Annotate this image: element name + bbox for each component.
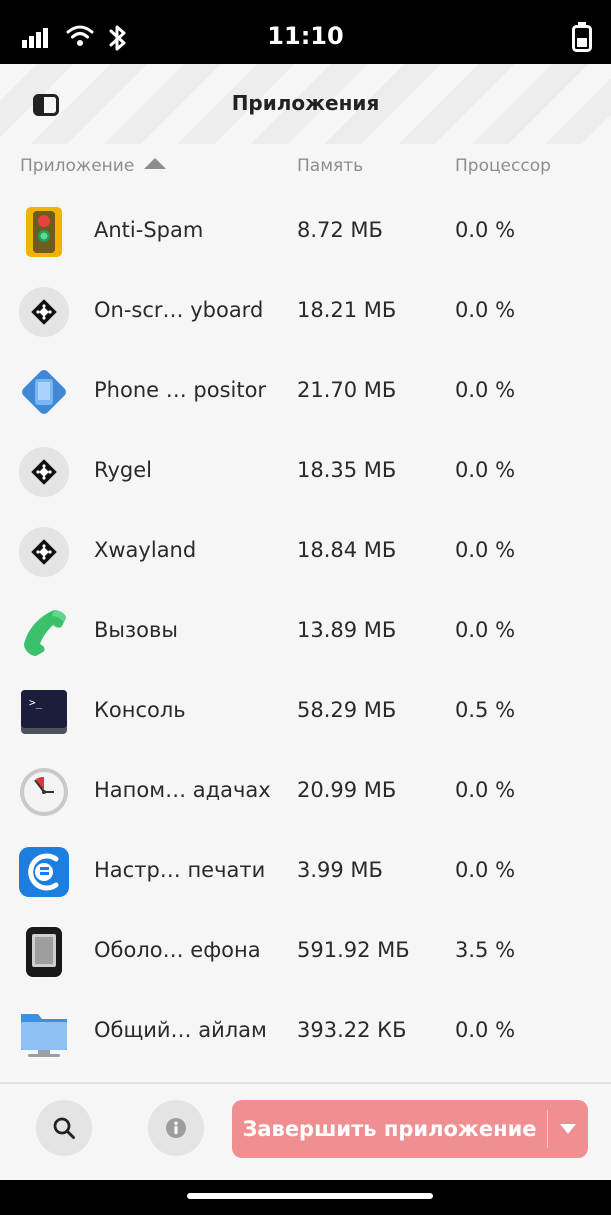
- app-memory: 591.92 МБ: [297, 938, 410, 962]
- app-cpu: 0.0 %: [455, 538, 516, 562]
- printer-settings-icon: [19, 847, 69, 897]
- list-item[interactable]: Anti-Spam 8.72 МБ 0.0 %: [0, 192, 611, 272]
- list-item[interactable]: Оболо… ефона 591.92 МБ 3.5 %: [0, 912, 611, 992]
- svg-text:>_: >_: [29, 696, 43, 709]
- list-item[interactable]: Общий… айлам 393.22 КБ 0.0 %: [0, 992, 611, 1072]
- end-process-button[interactable]: Завершить приложение: [232, 1100, 588, 1158]
- clock-icon: [20, 768, 68, 816]
- home-indicator[interactable]: [187, 1193, 433, 1199]
- app-memory: 18.21 МБ: [297, 298, 397, 322]
- list-item[interactable]: Напом… адачах 20.99 МБ 0.0 %: [0, 752, 611, 832]
- end-process-label: Завершить приложение: [242, 1117, 537, 1141]
- app-name: Напом… адачах: [94, 778, 271, 802]
- app-memory: 13.89 МБ: [297, 618, 397, 642]
- status-bar: 11:10: [0, 0, 611, 64]
- generic-app-icon: [19, 527, 69, 577]
- list-item[interactable]: Phone … positor 21.70 МБ 0.0 %: [0, 352, 611, 432]
- app-cpu: 0.0 %: [455, 458, 516, 482]
- column-header-app-label: Приложение: [20, 156, 135, 176]
- app-name: Оболо… ефона: [94, 938, 261, 962]
- app-name: Консоль: [94, 698, 186, 722]
- app-memory: 21.70 МБ: [297, 378, 397, 402]
- app-memory: 8.72 МБ: [297, 218, 383, 242]
- folder-share-icon: [21, 1014, 67, 1057]
- app-name: On-scr… yboard: [94, 298, 264, 322]
- app-memory: 18.84 МБ: [297, 538, 397, 562]
- app-name: Phone … positor: [94, 378, 267, 402]
- traffic-light-icon: [26, 207, 62, 257]
- list-item[interactable]: >_ Консоль 58.29 МБ 0.5 %: [0, 672, 611, 752]
- list-item[interactable]: On-scr… yboard 18.21 МБ 0.0 %: [0, 272, 611, 352]
- app-name: Xwayland: [94, 538, 197, 562]
- header-bar: Приложения: [0, 64, 611, 144]
- app-cpu: 0.0 %: [455, 298, 516, 322]
- column-header-app[interactable]: Приложение: [20, 156, 167, 180]
- generic-app-icon: [19, 287, 69, 337]
- app-name: Вызовы: [94, 618, 178, 642]
- app-cpu: 3.5 %: [455, 938, 516, 962]
- page-title: Приложения: [231, 91, 380, 115]
- app-cpu: 0.0 %: [455, 778, 516, 802]
- app-name: Настр… печати: [94, 858, 266, 882]
- app-memory: 20.99 МБ: [297, 778, 397, 802]
- search-icon: [53, 1117, 75, 1139]
- app-cpu: 0.0 %: [455, 618, 516, 642]
- chevron-down-icon: [560, 1124, 576, 1134]
- app-cpu: 0.0 %: [455, 858, 516, 882]
- app-memory: 3.99 МБ: [297, 858, 383, 882]
- app-memory: 18.35 МБ: [297, 458, 397, 482]
- status-time: 11:10: [267, 22, 344, 50]
- terminal-icon: >_: [21, 690, 67, 734]
- info-button[interactable]: [148, 1100, 204, 1156]
- action-bar: Завершить приложение: [0, 1084, 611, 1180]
- column-header-memory[interactable]: Память: [297, 156, 363, 180]
- list-item[interactable]: Вызовы 13.89 МБ 0.0 %: [0, 592, 611, 672]
- column-header-cpu[interactable]: Процессор: [455, 156, 551, 180]
- app-name: Rygel: [94, 458, 152, 482]
- info-icon: [166, 1118, 186, 1138]
- app-cpu: 0.0 %: [455, 1018, 516, 1042]
- search-button[interactable]: [36, 1100, 92, 1156]
- list-item[interactable]: Rygel 18.35 МБ 0.0 %: [0, 432, 611, 512]
- app-memory: 58.29 МБ: [297, 698, 397, 722]
- end-process-menu-button[interactable]: [548, 1100, 588, 1158]
- app-name: Общий… айлам: [94, 1018, 267, 1042]
- sort-ascending-icon: [144, 158, 167, 169]
- generic-app-icon: [19, 447, 69, 497]
- app-memory: 393.22 КБ: [297, 1018, 407, 1042]
- app-cpu: 0.0 %: [455, 218, 516, 242]
- battery-icon: [572, 22, 592, 52]
- home-indicator-bar: [0, 1180, 611, 1215]
- app-cpu: 0.5 %: [455, 698, 516, 722]
- phone-compositor-icon: [22, 370, 66, 414]
- list-item[interactable]: Xwayland 18.84 МБ 0.0 %: [0, 512, 611, 592]
- app-window: Приложения Приложение Память Процессор A…: [0, 64, 611, 1180]
- app-name: Anti-Spam: [94, 218, 204, 242]
- phone-shell-icon: [26, 927, 62, 977]
- list-item[interactable]: Настр… печати 3.99 МБ 0.0 %: [0, 832, 611, 912]
- phone-handset-icon: [24, 610, 66, 656]
- app-cpu: 0.0 %: [455, 378, 516, 402]
